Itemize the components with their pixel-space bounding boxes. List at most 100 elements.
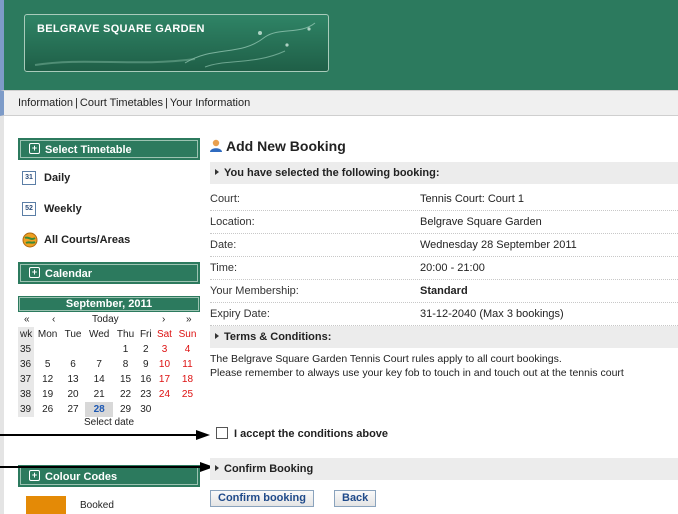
detail-key: Expiry Date: (210, 308, 270, 320)
terms-text: The Belgrave Square Garden Tennis Court … (210, 352, 624, 380)
booked-color-swatch (26, 496, 66, 514)
next-year-button[interactable]: » (186, 314, 192, 325)
detail-key: Time: (210, 262, 238, 274)
detail-value: 20:00 - 21:00 (420, 262, 485, 274)
calendar-day[interactable]: 3 (154, 342, 175, 357)
calendar-day[interactable]: 22 (113, 387, 137, 402)
detail-key: Location: (210, 216, 255, 228)
select-timetable-header[interactable]: + Select Timetable (18, 138, 200, 160)
selected-booking-heading: You have selected the following booking: (224, 167, 440, 179)
calendar-day[interactable]: 26 (34, 402, 61, 417)
calendar-day[interactable]: 8 (113, 357, 137, 372)
detail-value: Tennis Court: Court 1 (420, 193, 524, 205)
detail-value: Belgrave Square Garden (420, 216, 542, 228)
logo-text: BELGRAVE SQUARE GARDEN (37, 23, 205, 35)
calendar-day[interactable]: 13 (61, 372, 85, 387)
sidebar-item-daily[interactable]: 31 Daily (22, 171, 70, 191)
day-header: Tue (64, 329, 82, 340)
colour-codes-header[interactable]: + Colour Codes (18, 465, 200, 487)
week-number: 39 (18, 402, 34, 417)
calendar-day[interactable]: 23 (138, 387, 154, 402)
calendar-day[interactable]: 7 (85, 357, 114, 372)
detail-key: Court: (210, 193, 240, 205)
calendar-day[interactable]: 20 (61, 387, 85, 402)
calendar-day[interactable]: 5 (34, 357, 61, 372)
checkbox-box[interactable] (216, 427, 228, 439)
booking-detail-membership: Your Membership: Standard (210, 280, 678, 303)
detail-value: 31-12-2040 (Max 3 bookings) (420, 308, 564, 320)
calendar-day (175, 402, 200, 417)
calendar-day[interactable]: 2 (138, 342, 154, 357)
calendar-day[interactable]: 9 (138, 357, 154, 372)
select-timetable-label: Select Timetable (45, 144, 132, 156)
calendar-day[interactable]: 25 (175, 387, 200, 402)
week-number: 36 (18, 357, 34, 372)
nav-information[interactable]: Information (18, 97, 73, 109)
calendar-day[interactable]: 16 (138, 372, 154, 387)
terms-header: Terms & Conditions: (210, 326, 678, 348)
calendar-day (85, 342, 114, 357)
nav-court-timetables[interactable]: Court Timetables (80, 97, 163, 109)
calendar-week-row: 36 5 6 7 8 9 10 11 (18, 357, 200, 372)
site-logo[interactable]: BELGRAVE SQUARE GARDEN (24, 14, 329, 72)
booking-detail-court: Court: Tennis Court: Court 1 (210, 188, 678, 211)
week-header: wk (18, 327, 34, 342)
back-button[interactable]: Back (334, 490, 377, 507)
prev-month-button[interactable]: ‹ (52, 314, 55, 325)
calendar-day[interactable]: 21 (85, 387, 114, 402)
sidebar-item-all-courts[interactable]: All Courts/Areas (22, 232, 130, 252)
expand-icon: + (29, 143, 40, 154)
terms-line: The Belgrave Square Garden Tennis Court … (210, 353, 562, 365)
calendar-day[interactable]: 6 (61, 357, 85, 372)
calendar-day[interactable]: 12 (34, 372, 61, 387)
confirm-booking-heading: Confirm Booking (224, 463, 314, 475)
calendar-day-selected[interactable]: 28 (84, 402, 114, 417)
day-header: Wed (88, 329, 110, 340)
calendar-day[interactable]: 4 (175, 342, 200, 357)
globe-icon (22, 232, 38, 248)
calendar-day[interactable]: 30 (138, 402, 154, 417)
calendar-header[interactable]: + Calendar (18, 262, 200, 284)
day-header: Thu (116, 329, 135, 340)
detail-value: Standard (420, 285, 468, 297)
page-title: Add New Booking (210, 138, 346, 154)
booking-detail-location: Location: Belgrave Square Garden (210, 211, 678, 234)
accept-conditions-checkbox[interactable]: I accept the conditions above (216, 427, 388, 440)
detail-value: Wednesday 28 September 2011 (420, 239, 577, 251)
day-header: Sun (178, 329, 197, 340)
expand-icon: + (29, 470, 40, 481)
calendar-day[interactable]: 10 (154, 357, 175, 372)
colour-codes-label: Colour Codes (45, 471, 118, 483)
sidebar-item-label: Weekly (44, 203, 82, 215)
calendar-day (61, 342, 85, 357)
sidebar-item-label: All Courts/Areas (44, 234, 131, 246)
week-number: 37 (18, 372, 34, 387)
nav-your-information[interactable]: Your Information (170, 97, 250, 109)
sidebar-item-weekly[interactable]: 52 Weekly (22, 202, 82, 222)
calendar-day[interactable]: 24 (154, 387, 175, 402)
calendar-day[interactable]: 18 (175, 372, 200, 387)
calendar-day[interactable]: 15 (113, 372, 137, 387)
calendar-day[interactable]: 29 (113, 402, 137, 417)
left-border (0, 116, 4, 514)
calendar-week-row: 38 19 20 21 22 23 24 25 (18, 387, 200, 402)
calendar-day[interactable]: 19 (34, 387, 61, 402)
accept-conditions-label: I accept the conditions above (234, 428, 389, 440)
calendar-day[interactable]: 1 (113, 342, 137, 357)
calendar-day[interactable]: 17 (154, 372, 175, 387)
calendar-nav: « ‹ Today › » (18, 312, 200, 327)
confirm-booking-button[interactable]: Confirm booking (210, 490, 314, 507)
calendar-day[interactable]: 14 (85, 372, 114, 387)
calendar-day[interactable]: 11 (175, 357, 200, 372)
calendar-day[interactable]: 27 (61, 402, 85, 417)
prev-year-button[interactable]: « (24, 314, 30, 325)
nav-separator: | (165, 97, 168, 109)
user-icon (210, 139, 222, 152)
expand-icon: + (29, 267, 40, 278)
next-month-button[interactable]: › (162, 314, 165, 325)
triangle-right-icon (215, 169, 219, 175)
today-button[interactable]: Today (92, 314, 119, 325)
terms-heading: Terms & Conditions: (224, 331, 332, 343)
arrow-head-icon (196, 430, 210, 440)
calendar-day (154, 402, 175, 417)
